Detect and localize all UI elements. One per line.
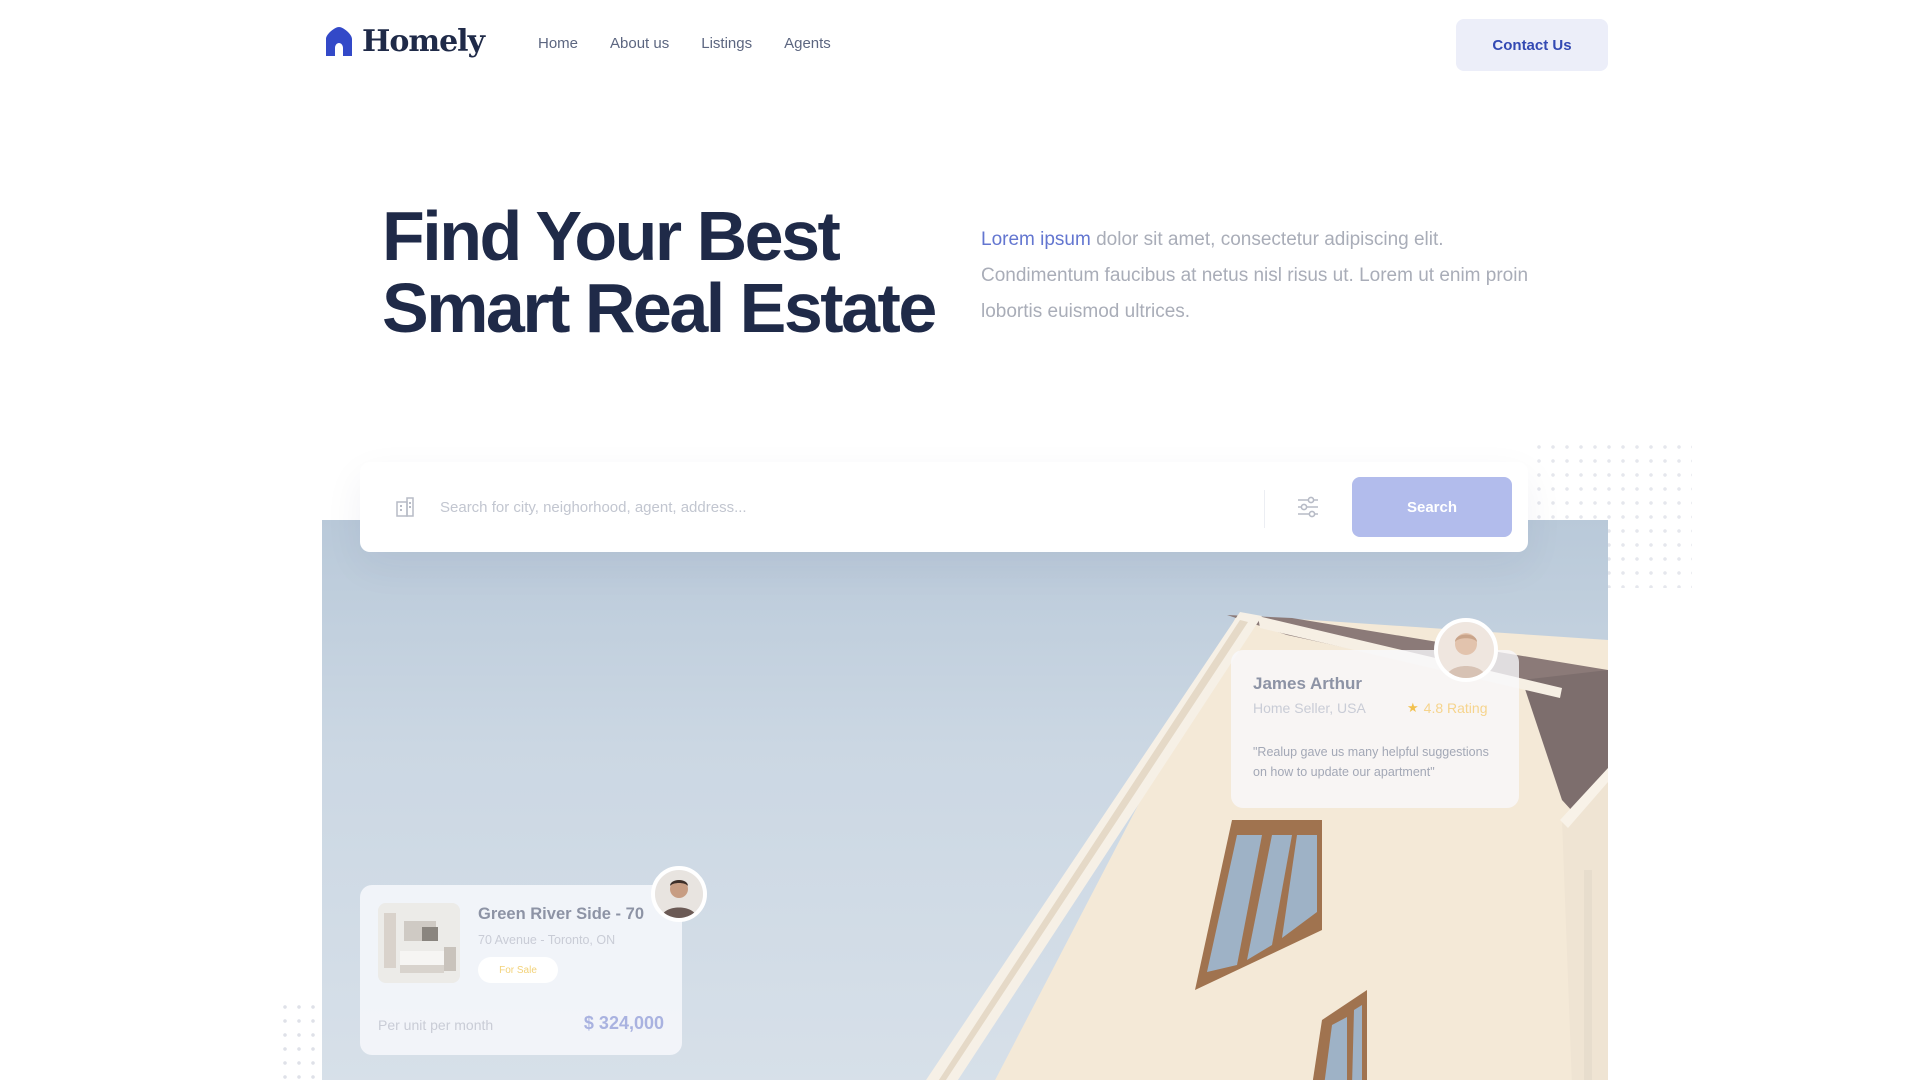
hero-title-line-1: Find Your Best [382, 197, 841, 275]
rating-text: 4.8 Rating [1423, 700, 1488, 716]
listing-card[interactable]: Green River Side - 70 70 Avenue - Toront… [360, 885, 682, 1055]
search-input[interactable] [440, 492, 1280, 522]
testimonial-quote: "Realup gave us many helpful suggestions… [1253, 745, 1489, 779]
listing-price: $ 324,000 [583, 1013, 664, 1033]
building-icon [396, 497, 414, 517]
reviewer-rating: ★ 4.8 Rating [1407, 700, 1487, 716]
hero-title-line-2: Smart Real Estate [382, 269, 937, 347]
hero-description-accent: Lorem ipsum [981, 229, 1091, 250]
top-navbar: Homely Home About us Listings Agents Con… [0, 0, 1920, 90]
listing-thumbnail [378, 903, 460, 983]
person-avatar-icon [1438, 622, 1494, 678]
listing-unit-label: Per unit per month [378, 1017, 494, 1033]
brand-logo[interactable]: Homely [324, 24, 485, 59]
reviewer-name: James Arthur [1253, 674, 1362, 693]
nav-listings[interactable]: Listings [701, 35, 752, 52]
bedroom-photo-icon [378, 903, 460, 983]
listing-address: 70 Avenue - Toronto, ON [478, 933, 616, 947]
dot-pattern-left [278, 1000, 318, 1080]
agent-avatar[interactable] [651, 866, 707, 922]
nav-agents[interactable]: Agents [784, 35, 831, 52]
listing-title: Green River Side - 70 [478, 905, 644, 923]
contact-us-button[interactable]: Contact Us [1456, 19, 1608, 71]
person-avatar-icon [655, 870, 703, 918]
search-bar: Search [360, 462, 1528, 552]
reviewer-avatar [1434, 618, 1498, 682]
hero-description: Lorem ipsum dolor sit amet, consectetur … [981, 222, 1561, 330]
sliders-icon[interactable] [1296, 496, 1320, 518]
main-nav: Home About us Listings Agents [538, 35, 831, 52]
brand-name: Homely [362, 24, 485, 59]
search-divider [1264, 490, 1265, 528]
star-icon: ★ [1407, 700, 1419, 715]
reviewer-role: Home Seller, USA [1253, 700, 1366, 716]
house-logo-icon [326, 26, 352, 56]
search-button[interactable]: Search [1352, 477, 1512, 537]
nav-home[interactable]: Home [538, 35, 578, 52]
for-sale-badge: For Sale [478, 957, 558, 983]
hero-title: Find Your Best Smart Real Estate [382, 200, 982, 344]
nav-about-us[interactable]: About us [610, 35, 669, 52]
